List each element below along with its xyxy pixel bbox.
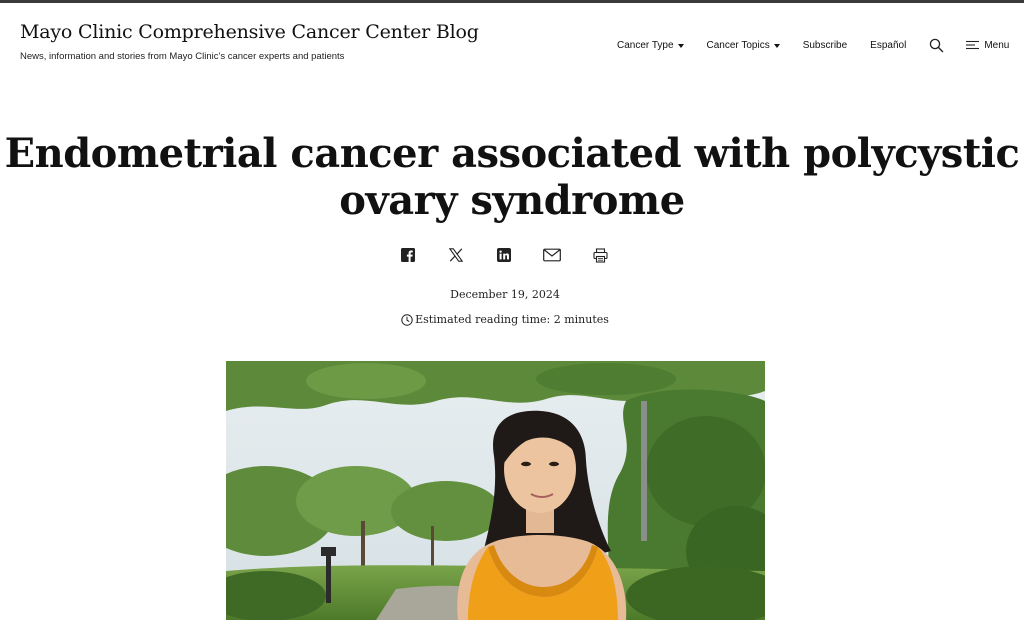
search-button[interactable] bbox=[928, 37, 944, 53]
nav-cancer-type-label: Cancer Type bbox=[617, 39, 674, 51]
share-bar bbox=[399, 246, 609, 264]
headline-line-2: ovary syndrome bbox=[339, 177, 685, 224]
menu-button[interactable]: Menu bbox=[966, 40, 1009, 51]
share-facebook-button[interactable] bbox=[399, 246, 417, 264]
print-icon bbox=[592, 247, 608, 263]
caret-down-icon bbox=[773, 43, 780, 48]
nav-cancer-topics-label: Cancer Topics bbox=[706, 39, 770, 51]
linkedin-icon bbox=[497, 248, 511, 262]
menu-label: Menu bbox=[984, 39, 1010, 51]
nav-cancer-type[interactable]: Cancer Type bbox=[617, 40, 684, 51]
nav-cancer-topics[interactable]: Cancer Topics bbox=[707, 40, 780, 51]
share-email-button[interactable] bbox=[543, 246, 561, 264]
top-accent-bar bbox=[0, 0, 1024, 3]
nav-subscribe[interactable]: Subscribe bbox=[803, 40, 847, 51]
reading-time: Estimated reading time: 2 minutes bbox=[0, 313, 1010, 326]
hero-photo bbox=[226, 361, 765, 620]
site-title[interactable]: Mayo Clinic Comprehensive Cancer Center … bbox=[20, 21, 479, 43]
print-button[interactable] bbox=[591, 246, 609, 264]
search-icon bbox=[929, 38, 944, 52]
share-x-button[interactable] bbox=[447, 246, 465, 264]
caret-down-icon bbox=[677, 43, 684, 48]
share-linkedin-button[interactable] bbox=[495, 246, 513, 264]
article-headline: Endometrial cancer associated with polyc… bbox=[0, 130, 1024, 224]
site-tagline: News, information and stories from Mayo … bbox=[20, 51, 345, 62]
hamburger-icon bbox=[966, 40, 980, 50]
headline-line-1: Endometrial cancer associated with polyc… bbox=[4, 130, 1020, 177]
main-nav: Cancer Type Cancer Topics Subscribe Espa… bbox=[617, 38, 1009, 52]
facebook-icon bbox=[401, 248, 415, 262]
email-icon bbox=[543, 248, 561, 262]
nav-espanol[interactable]: Español bbox=[870, 40, 906, 51]
hero-image bbox=[226, 361, 765, 620]
reading-time-label: Estimated reading time: 2 minutes bbox=[415, 313, 609, 326]
clock-icon bbox=[401, 313, 413, 326]
publish-date: December 19, 2024 bbox=[450, 288, 560, 301]
x-icon bbox=[449, 248, 463, 262]
